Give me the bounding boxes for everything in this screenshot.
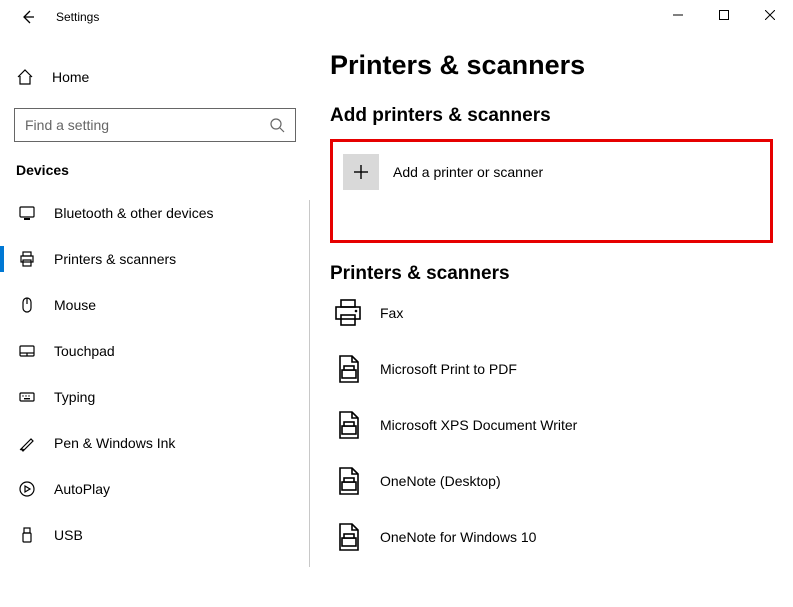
autoplay-icon <box>16 480 38 498</box>
plus-tile <box>343 154 379 190</box>
nav-item-label: Touchpad <box>54 343 115 359</box>
doc-printer-icon <box>330 463 366 499</box>
printer-label: Microsoft XPS Document Writer <box>380 417 577 433</box>
main-content: Printers & scanners Add printers & scann… <box>310 0 793 607</box>
add-section-header: Add printers & scanners <box>330 105 773 127</box>
printer-icon <box>16 250 38 268</box>
add-printer-highlight: Add a printer or scanner <box>330 139 773 243</box>
nav-item-label: AutoPlay <box>54 481 110 497</box>
sidebar: Settings Home Devices Bluetooth & other … <box>0 0 310 607</box>
window-controls <box>655 0 793 30</box>
arrow-left-icon <box>20 9 36 25</box>
home-icon <box>16 68 34 86</box>
plus-icon <box>353 164 369 180</box>
nav-bluetooth[interactable]: Bluetooth & other devices <box>0 190 310 236</box>
doc-printer-icon <box>330 407 366 443</box>
search-icon <box>269 117 285 133</box>
minimize-icon <box>673 10 683 20</box>
printer-label: OneNote for Windows 10 <box>380 529 536 545</box>
search-box[interactable] <box>14 108 296 142</box>
nav-item-label: Printers & scanners <box>54 251 176 267</box>
app-title: Settings <box>56 10 99 24</box>
nav-item-label: Pen & Windows Ink <box>54 435 175 451</box>
nav-item-label: Mouse <box>54 297 96 313</box>
printer-label: OneNote (Desktop) <box>380 473 501 489</box>
titlebar: Settings <box>0 0 310 34</box>
page-title: Printers & scanners <box>330 50 773 81</box>
add-printer-label: Add a printer or scanner <box>393 164 543 180</box>
nav-typing[interactable]: Typing <box>0 374 310 420</box>
nav-mouse[interactable]: Mouse <box>0 282 310 328</box>
pen-icon <box>16 434 38 452</box>
maximize-icon <box>719 10 729 20</box>
printer-item-xps[interactable]: Microsoft XPS Document Writer <box>330 407 773 443</box>
printer-list: Fax Microsoft Print to PDF Microsoft XPS… <box>330 295 773 555</box>
devices-section-label: Devices <box>0 142 310 190</box>
doc-printer-icon <box>330 351 366 387</box>
printer-item-onenote-w10[interactable]: OneNote for Windows 10 <box>330 519 773 555</box>
add-printer-button[interactable]: Add a printer or scanner <box>343 154 760 190</box>
fax-icon <box>330 295 366 331</box>
home-label: Home <box>52 69 89 85</box>
search-input[interactable] <box>25 117 269 133</box>
nav-item-label: USB <box>54 527 83 543</box>
nav-pen[interactable]: Pen & Windows Ink <box>0 420 310 466</box>
touchpad-icon <box>16 342 38 360</box>
printers-section-header: Printers & scanners <box>330 263 773 285</box>
doc-printer-icon <box>330 519 366 555</box>
keyboard-icon <box>16 388 38 406</box>
maximize-button[interactable] <box>701 0 747 30</box>
nav-printers[interactable]: Printers & scanners <box>0 236 310 282</box>
usb-icon <box>16 526 38 544</box>
nav-home[interactable]: Home <box>0 60 310 94</box>
minimize-button[interactable] <box>655 0 701 30</box>
bluetooth-icon <box>16 204 38 222</box>
close-icon <box>765 10 775 20</box>
mouse-icon <box>16 296 38 314</box>
nav-usb[interactable]: USB <box>0 512 310 558</box>
printer-item-fax[interactable]: Fax <box>330 295 773 331</box>
nav-item-label: Bluetooth & other devices <box>54 205 214 221</box>
nav-autoplay[interactable]: AutoPlay <box>0 466 310 512</box>
nav-list: Bluetooth & other devices Printers & sca… <box>0 190 310 558</box>
printer-label: Microsoft Print to PDF <box>380 361 517 377</box>
close-button[interactable] <box>747 0 793 30</box>
printer-item-onenote-desktop[interactable]: OneNote (Desktop) <box>330 463 773 499</box>
printer-item-pdf[interactable]: Microsoft Print to PDF <box>330 351 773 387</box>
nav-item-label: Typing <box>54 389 95 405</box>
nav-touchpad[interactable]: Touchpad <box>0 328 310 374</box>
printer-label: Fax <box>380 305 403 321</box>
back-button[interactable] <box>18 7 38 27</box>
